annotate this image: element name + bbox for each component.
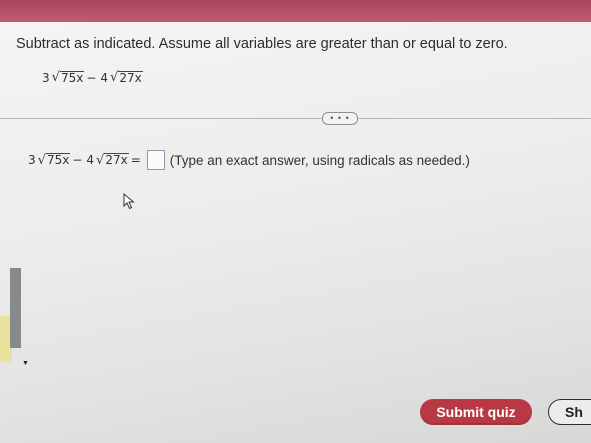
answer-radicand-2: 27x: [104, 153, 129, 167]
sqrt-icon: √: [37, 152, 46, 168]
answer-hint: (Type an exact answer, using radicals as…: [169, 152, 470, 168]
answer-line: 3 √ 75x − 4 √ 27x = (Type an exact answe…: [26, 150, 470, 170]
expr-coef-1: 3: [42, 70, 50, 85]
submit-quiz-button[interactable]: Submit quiz: [420, 399, 532, 425]
answer-radical-1: √ 75x: [38, 153, 71, 168]
more-options-button[interactable]: • • •: [322, 112, 358, 125]
radicand-1: 75x: [59, 70, 85, 85]
answer-coef-1: 3: [28, 153, 36, 167]
question-instruction: Subtract as indicated. Assume all variab…: [16, 36, 508, 52]
sqrt-icon: √: [51, 70, 60, 85]
expr-operator: −: [86, 70, 97, 85]
quiz-screen: [0, 22, 591, 443]
sqrt-icon: √: [96, 152, 105, 168]
radicand-2: 27x: [118, 70, 143, 85]
show-button[interactable]: Sh: [548, 399, 591, 425]
radical-1: √ 75x: [52, 70, 85, 85]
scroll-down-arrow-icon[interactable]: ▼: [22, 360, 29, 367]
answer-coef-2: 4: [86, 153, 95, 167]
answer-input[interactable]: [146, 150, 165, 170]
equals-sign: =: [130, 153, 141, 167]
radical-2: √ 27x: [110, 70, 143, 85]
scrollbar-thumb[interactable]: [10, 268, 21, 348]
section-divider: [0, 118, 591, 119]
mouse-pointer-icon: [123, 192, 135, 215]
answer-radical-2: √ 27x: [96, 153, 129, 168]
question-expression: 3 √ 75x − 4 √ 27x: [40, 70, 143, 85]
answer-expression: 3 √ 75x − 4 √ 27x =: [26, 153, 143, 168]
expr-coef-2: 4: [100, 70, 109, 85]
sqrt-icon: √: [110, 70, 119, 85]
answer-radicand-1: 75x: [45, 153, 71, 167]
browser-top-strip: [0, 0, 591, 22]
answer-operator: −: [72, 153, 83, 167]
